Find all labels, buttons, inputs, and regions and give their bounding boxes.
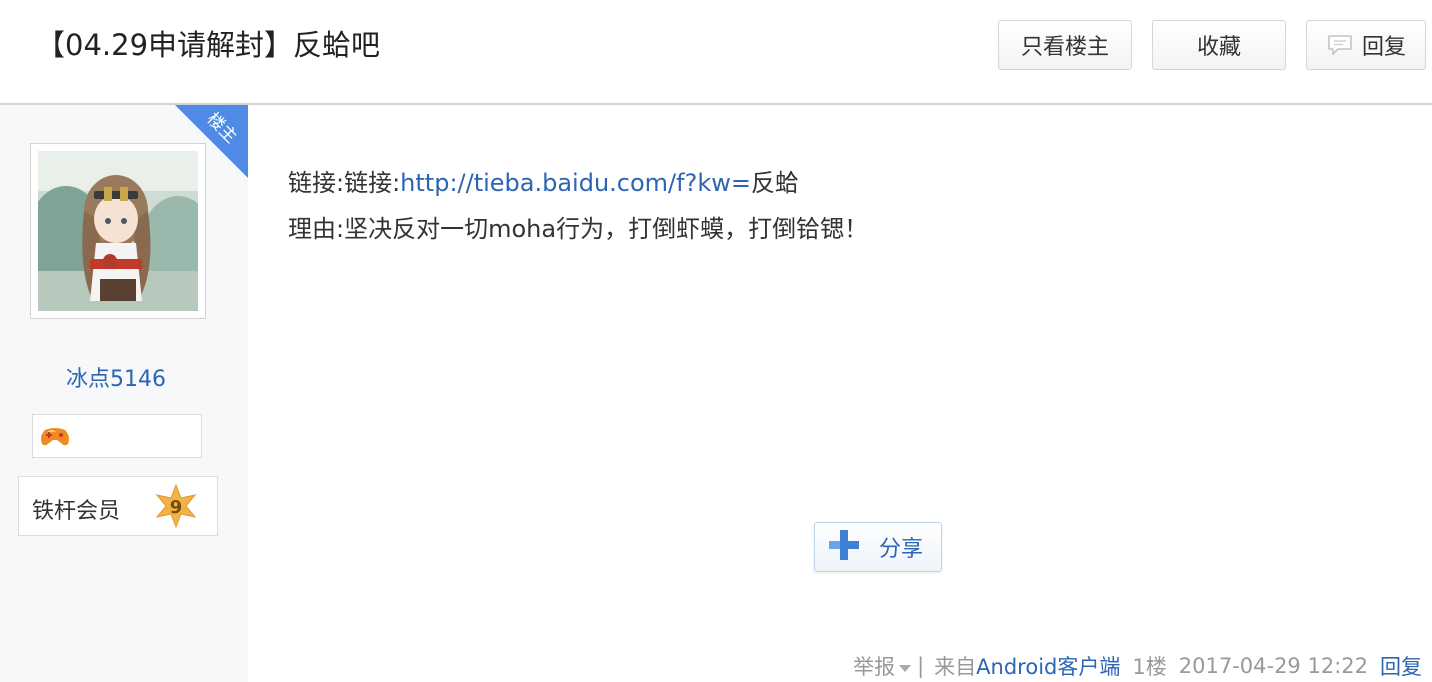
avatar[interactable]: [30, 143, 206, 319]
post-tail: 举报 | 来自 Android客户端 1楼 2017-04-29 12:22 回复: [853, 650, 1422, 682]
share-button[interactable]: 分享: [814, 522, 942, 572]
author-panel: 楼主 冰点5146 铁杆会员 9: [0, 105, 248, 682]
level-number: 9: [170, 497, 183, 518]
reply-button[interactable]: 回复: [1306, 20, 1426, 70]
favorite-label: 收藏: [1196, 35, 1241, 60]
share-label: 分享: [879, 537, 924, 562]
source-prefix: 来自: [934, 655, 977, 679]
thread-header: 【04.29申请解封】反蛤吧 只看楼主 收藏 回复: [0, 0, 1432, 105]
reply-label: 回复: [1361, 35, 1406, 60]
member-level[interactable]: 铁杆会员 9: [18, 476, 218, 536]
gamepad-badge-icon[interactable]: [39, 424, 71, 452]
author-name[interactable]: 冰点5146: [0, 361, 232, 393]
member-level-label: 铁杆会员: [32, 499, 121, 524]
reply-link[interactable]: 回复: [1380, 651, 1422, 681]
post-link[interactable]: http://tieba.baidu.com/f?kw=: [400, 169, 751, 197]
speech-bubble-icon: [1326, 33, 1354, 57]
post-time: 2017-04-29 12:22: [1178, 654, 1368, 678]
post-line-reason: 理由:坚决反对一切moha行为，打倒虾蟆，打倒铪锶！: [288, 215, 869, 243]
post-line-link-prefix: 链接:链接:: [288, 169, 401, 197]
post-line-link: 链接:链接:http://tieba.baidu.com/f?kw=反蛤: [288, 160, 1388, 206]
report-label: 举报: [853, 655, 896, 679]
only-op-button[interactable]: 只看楼主: [998, 20, 1132, 70]
level-star-icon: 9: [153, 483, 199, 533]
post-line-link-suffix: 反蛤: [750, 169, 799, 197]
favorite-button[interactable]: 收藏: [1152, 20, 1286, 70]
post-page: 【04.29申请解封】反蛤吧 只看楼主 收藏 回复 楼主 冰点5146 铁杆会员…: [0, 0, 1432, 682]
post-content: 链接:链接:http://tieba.baidu.com/f?kw=反蛤 理由:…: [288, 160, 1388, 252]
author-badges: [32, 414, 202, 458]
avatar-illustration: [38, 151, 198, 311]
caret-down-icon: [899, 654, 912, 678]
only-op-label: 只看楼主: [1020, 35, 1109, 60]
thread-title: 【04.29申请解封】反蛤吧: [36, 28, 381, 62]
floor-number: 1楼: [1132, 655, 1167, 679]
client-link[interactable]: Android客户端: [976, 651, 1120, 681]
tail-separator: |: [917, 654, 925, 678]
report-button[interactable]: 举报: [853, 651, 912, 681]
plus-icon: [827, 528, 861, 566]
